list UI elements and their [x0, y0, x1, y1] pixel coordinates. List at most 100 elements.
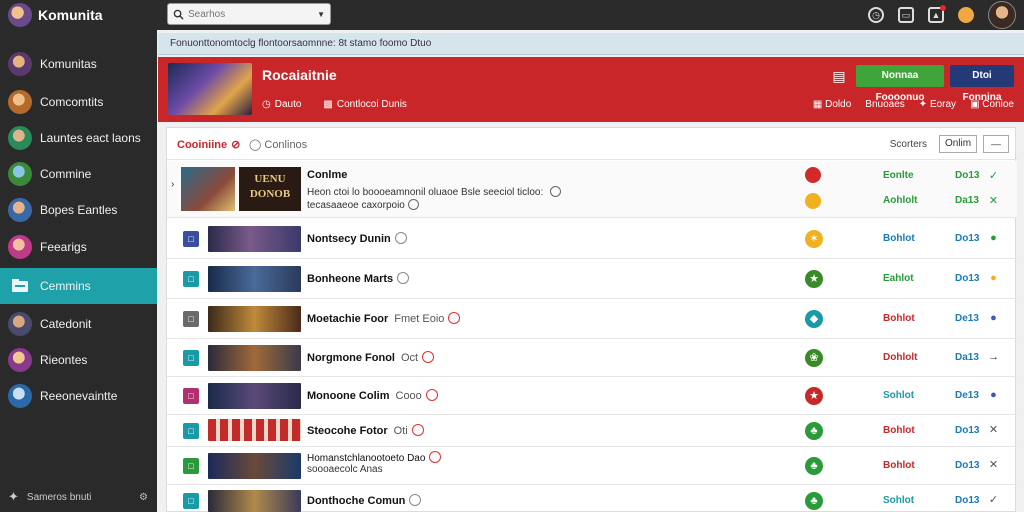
- dot-icon[interactable]: ●: [987, 232, 1000, 245]
- lock-icon: ▣: [970, 99, 983, 110]
- bell-icon[interactable]: ▲: [928, 5, 946, 23]
- sidebar-item-rieontes[interactable]: Rieontes: [0, 342, 157, 378]
- row-value: Do13: [955, 233, 980, 244]
- row-status: Eahlot: [883, 273, 914, 284]
- sidebar-item-label: Feearigs: [40, 240, 87, 254]
- banner-title: Rocaiaitnie: [262, 67, 337, 83]
- primary-button[interactable]: Nonnaa Foooonuo: [856, 65, 944, 103]
- game-title: Homanstchlanootoeto Dao: [307, 453, 426, 464]
- game-title: Moetachie Foor: [307, 313, 389, 325]
- dot-icon[interactable]: ●: [987, 312, 1000, 325]
- doc-icon: ▩: [323, 99, 333, 110]
- cart-icon[interactable]: ▤: [828, 65, 850, 87]
- row-value: De13: [955, 313, 979, 324]
- game-title: Donthoche Comun: [307, 495, 406, 507]
- game-badge: □: [183, 271, 199, 287]
- game-title: Steocohe Fotor: [307, 425, 388, 437]
- row-status: Bohlot: [883, 313, 915, 324]
- row-status: Bohlot: [883, 425, 915, 436]
- row-value: Da13: [955, 352, 979, 363]
- sort-select[interactable]: Onlim: [939, 135, 977, 153]
- game-thumb: [208, 453, 301, 479]
- avatar: [8, 312, 32, 336]
- gear-icon[interactable]: ⚙: [139, 492, 148, 503]
- dot-icon[interactable]: ●: [987, 272, 1000, 285]
- game-title: Monoone Colim: [307, 390, 390, 402]
- game-badge: □: [183, 458, 199, 474]
- app-logo: [8, 3, 32, 27]
- row-value: Do13: [955, 495, 980, 506]
- table-row[interactable]: □ Donthoche Comun ♣ Sohlot Do13 ✓: [167, 485, 1017, 512]
- featured-row[interactable]: › UENU DONOB Conlme Heon ctoi lo boooeam…: [167, 161, 1017, 218]
- table-row[interactable]: □ Moetachie Foor Fmet Eoio ◆ Bohlot De13 …: [167, 299, 1017, 339]
- table-row[interactable]: □ Nontsecy Dunin ✶ Bohlot Do13 ●: [167, 219, 1017, 259]
- table-row[interactable]: □ Bonheone Marts ★ Eahlot Do13 ●: [167, 259, 1017, 299]
- grid-icon: ▦: [812, 99, 826, 110]
- check-icon[interactable]: ✓: [987, 494, 1000, 507]
- sidebar-item-feearigs[interactable]: Feearigs: [0, 229, 157, 265]
- brand[interactable]: Komunita: [8, 3, 103, 27]
- sidebar-item-label: Komunitas: [40, 57, 97, 71]
- sidebar-item-cemmins[interactable]: Cemmins: [0, 268, 157, 304]
- featured-value: Da13: [955, 195, 979, 206]
- sidebar-item-bopes[interactable]: Bopes Eantles: [0, 192, 157, 228]
- search-box[interactable]: ▼: [167, 3, 331, 25]
- table-row[interactable]: □ Steocohe Fotor Oti ♣ Bohlot Do13 ✕: [167, 415, 1017, 447]
- game-icon: ◆: [805, 310, 823, 328]
- chevron-right-icon[interactable]: ›: [171, 179, 174, 190]
- close-icon[interactable]: ✕: [987, 459, 1000, 472]
- game-name: Nontsecy Dunin: [307, 232, 407, 245]
- check-icon[interactable]: ✓: [987, 170, 1000, 183]
- featured-desc-2: tecasaaeoe caxorpoio: [307, 199, 419, 211]
- chevron-down-icon[interactable]: ▼: [317, 10, 325, 19]
- avatar: [8, 52, 32, 76]
- table-row[interactable]: □ Norgmone Fonol Oct ❀ Dohlolt Da13 →: [167, 339, 1017, 377]
- featured-title: Conlme: [307, 169, 348, 181]
- sidebar-item-launches[interactable]: Launtes eact laons: [0, 120, 157, 156]
- game-name: Donthoche Comun: [307, 494, 422, 507]
- tab-active[interactable]: Cooiniine ⊘: [177, 138, 240, 151]
- sidebar-item-catedonit[interactable]: Catedonit: [0, 306, 157, 342]
- close-icon[interactable]: ⊘: [231, 139, 240, 151]
- game-subtitle: Oti: [393, 425, 408, 437]
- bag-icon[interactable]: ▭: [898, 7, 914, 23]
- banner-stat[interactable]: ▣ Conioe: [970, 99, 1014, 110]
- game-thumb: [208, 266, 301, 292]
- sidebar-footer[interactable]: ✦ Sameros bnuti ⚙: [8, 489, 148, 505]
- view-toggle[interactable]: ‒‒: [983, 135, 1009, 153]
- banner-stat[interactable]: ✦ Eoray: [919, 99, 956, 110]
- row-value: Do13: [955, 425, 980, 436]
- banner-stat[interactable]: ▦ Doldo: [813, 99, 851, 110]
- sidebar-footer-label: Sameros bnuti: [26, 491, 92, 503]
- close-icon[interactable]: ✕: [987, 195, 1000, 208]
- featured-cover: UENU DONOB: [239, 167, 301, 211]
- featured-status: Aohlolt: [883, 195, 918, 206]
- table-row[interactable]: □ Homanstchlanootoeto Dao soooaecolc Ana…: [167, 447, 1017, 485]
- sidebar-item-commine[interactable]: Commine: [0, 156, 157, 192]
- clock-icon: ◷: [262, 99, 271, 110]
- banner-meta-item[interactable]: ◷ Dauto: [262, 99, 301, 110]
- top-icons: ◷ ▭ ▲: [868, 0, 1016, 30]
- sidebar-item-komunitas[interactable]: Komunitas: [0, 46, 157, 82]
- medal-icon: [805, 193, 821, 209]
- game-thumb: [208, 226, 301, 252]
- clock-icon[interactable]: ◷: [868, 7, 884, 23]
- sidebar-item-reeonevaintte[interactable]: Reeonevaintte: [0, 378, 157, 414]
- secondary-button[interactable]: Dtoi Fonnina: [950, 65, 1014, 103]
- coin-icon[interactable]: [958, 7, 974, 23]
- emoji-icon: [394, 232, 407, 244]
- table-row[interactable]: □ Monoone Colim Cooo ★ Sohlot De13 ●: [167, 377, 1017, 415]
- search-input[interactable]: [188, 8, 308, 20]
- arrow-icon[interactable]: →: [987, 351, 1000, 364]
- game-icon: ★: [805, 270, 823, 288]
- dot-icon[interactable]: ●: [987, 389, 1000, 402]
- tab-online[interactable]: ◯ Conlinos: [249, 138, 307, 151]
- close-icon[interactable]: ✕: [987, 424, 1000, 437]
- sort-label: Scorters: [889, 139, 927, 150]
- emoji-icon: [411, 424, 424, 436]
- banner-stat[interactable]: Bnuoaes: [865, 99, 904, 110]
- profile-avatar[interactable]: [988, 1, 1016, 29]
- banner-meta-item[interactable]: ▩ Contlocoi Dunis: [323, 99, 407, 110]
- sidebar-item-communities[interactable]: Comcomtits: [0, 84, 157, 120]
- banner-stat-label: Conioe: [982, 99, 1014, 110]
